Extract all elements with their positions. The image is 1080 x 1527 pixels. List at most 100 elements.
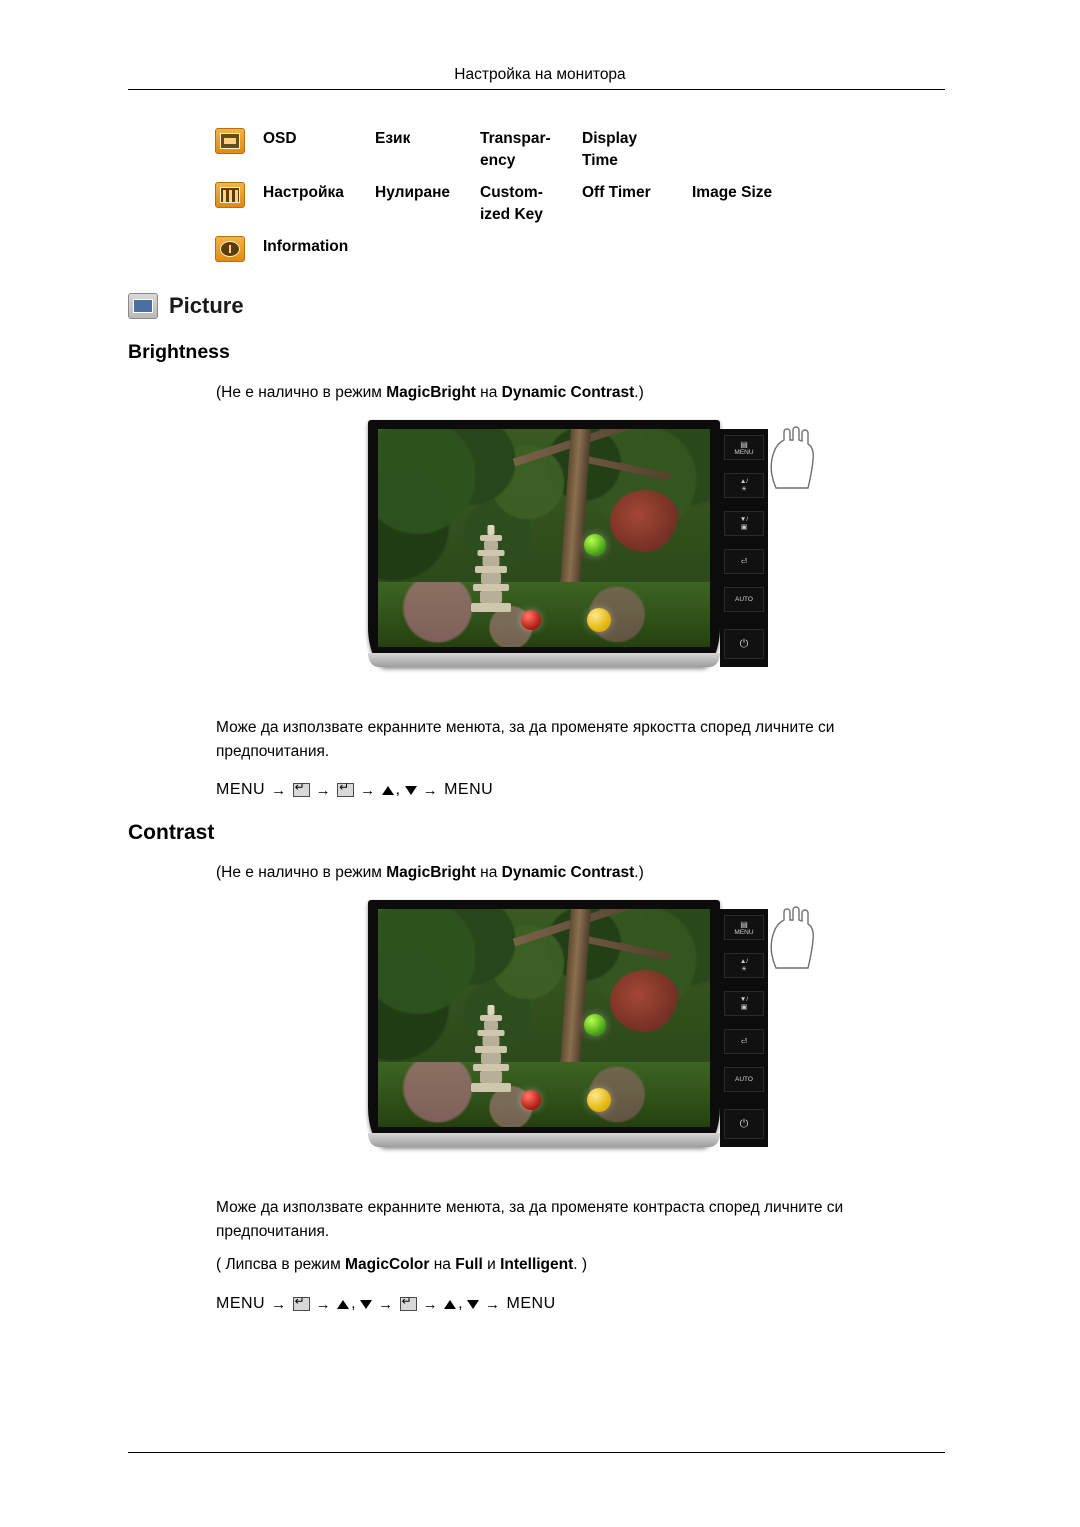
contrast-heading: Contrast: [128, 821, 215, 844]
menu-path-arrow-1b: →: [271, 781, 287, 799]
menu-path-end-contrast: MENU: [506, 1295, 556, 1312]
menu-cell-setup[interactable]: Настройка: [263, 182, 375, 204]
brightness-note-bold2: Dynamic Contrast: [501, 384, 635, 401]
brightness-availability-note: (Не е налично в режим MagicBright на Dyn…: [216, 384, 644, 402]
page-header-title: Настройка на монитора: [454, 66, 626, 83]
osd-icon: [215, 128, 245, 154]
magiccolor-note-bold1: MagicColor: [345, 1256, 430, 1273]
menu-cell-off-timer[interactable]: Off Timer: [582, 182, 692, 204]
contrast-magiccolor-note: ( Липсва в режим MagicColor на Full и In…: [216, 1256, 587, 1274]
lantern-red-2: [520, 1089, 541, 1110]
monitor-button-auto-2[interactable]: AUTO: [724, 1067, 764, 1092]
monitor-button-enter[interactable]: ⏎: [724, 549, 764, 574]
menu-row-osd: OSD Език Transpar- ency Display Time: [215, 128, 955, 173]
menu-path-comma-c2: ,: [458, 1295, 464, 1312]
information-icon: [215, 235, 245, 262]
magiccolor-note-mid2: и: [482, 1256, 501, 1273]
menu-row-information: Information: [215, 235, 955, 262]
picture-icon: [128, 293, 158, 319]
menu-path-arrow-4b: →: [422, 781, 439, 799]
pagoda-shape-2: [468, 1005, 514, 1093]
monitor-screen-image: [378, 429, 710, 647]
osd-menu-grid: OSD Език Transpar- ency Display Time Нас…: [215, 128, 955, 271]
brightness-note-suffix: .): [634, 384, 644, 401]
menu-path-start-contrast: MENU: [216, 1295, 266, 1312]
up-arrow-icon-c2: [444, 1299, 457, 1309]
menu-path-comma-c1: ,: [351, 1295, 357, 1312]
menu-cell-display-time-line1: Display: [582, 130, 638, 147]
monitor-screen-image-2: [378, 909, 710, 1127]
hand-pointer-icon: [766, 426, 818, 492]
menu-path-arrow-3b: →: [360, 781, 376, 799]
menu-cell-display-time-line2: Time: [582, 152, 618, 170]
monitor-button-down-2[interactable]: ▼/▣: [724, 991, 764, 1016]
menu-cell-transparency-line1: Transpar-: [480, 130, 551, 147]
menu-cell-transparency[interactable]: Transpar- ency: [480, 128, 582, 173]
menu-cell-customized-key[interactable]: Custom- ized Key: [480, 182, 582, 227]
brightness-description: Може да използвате екранните менюта, за …: [216, 719, 835, 761]
brightness-heading: Brightness: [128, 341, 230, 363]
monitor-button-up[interactable]: ▲/☀: [724, 473, 764, 498]
footer-divider: [128, 1452, 945, 1453]
contrast-note-bold1: MagicBright: [386, 864, 476, 881]
monitor-control-panel: ▤ MENU ▲/☀ ▼/▣ ⏎ AUTO ⏻: [720, 429, 768, 667]
down-arrow-icon-b: [404, 785, 417, 795]
setup-icon: [215, 181, 245, 208]
monitor-button-power[interactable]: ⏻: [724, 629, 764, 659]
menu-cell-customized-key-line1: Custom-: [480, 183, 543, 201]
menu-path-arrow-2c: →: [315, 1295, 332, 1313]
menu-path-arrow-3c: →: [378, 1295, 394, 1313]
menu-cell-image-size[interactable]: Image Size: [692, 182, 852, 204]
menu-cell-transparency-line2: ency: [480, 152, 516, 170]
monitor-button-menu[interactable]: ▤ MENU: [724, 435, 764, 460]
monitor-button-auto[interactable]: AUTO: [724, 587, 764, 612]
menu-cell-reset[interactable]: Нулиране: [375, 182, 480, 204]
menu-cell-osd[interactable]: OSD: [263, 128, 375, 150]
brightness-note-mid: на: [475, 384, 502, 401]
menu-path-start-brightness: MENU: [216, 781, 266, 798]
picture-section-header: Picture: [128, 293, 244, 319]
lantern-red: [520, 609, 541, 630]
monitor-body: [368, 420, 720, 667]
menu-path-comma-b: ,: [395, 781, 401, 798]
down-arrow-icon-c2: [467, 1299, 480, 1309]
menu-path-arrow-4c: →: [422, 1295, 439, 1313]
monitor-illustration-contrast: ▤ MENU ▲/☀ ▼/▣ ⏎ AUTO ⏻: [368, 900, 823, 1150]
magiccolor-note-prefix: ( Липсва в режим: [216, 1256, 346, 1273]
menu-path-end-brightness: MENU: [444, 781, 494, 798]
document-page: Настройка на монитора OSD Език Transpar-…: [0, 0, 1080, 1527]
contrast-description: Може да използвате екранните менюта, за …: [216, 1199, 844, 1241]
monitor-button-menu-2[interactable]: ▤ MENU: [724, 915, 764, 940]
menu-cell-language[interactable]: Език: [375, 128, 480, 150]
monitor-button-up-2[interactable]: ▲/☀: [724, 953, 764, 978]
monitor-stand-2: [368, 1133, 720, 1147]
contrast-availability-note: (Не е налично в режим MagicBright на Dyn…: [216, 864, 644, 882]
menu-cell-display-time[interactable]: Display Time: [582, 128, 692, 173]
enter-key-icon-1c: [292, 1294, 310, 1311]
magiccolor-note-bold2: Full: [455, 1256, 483, 1273]
enter-key-icon-2c: [399, 1294, 417, 1311]
contrast-note-prefix: (Не е налично в режим: [216, 864, 387, 881]
monitor-body-2: [368, 900, 720, 1147]
menu-cell-customized-key-line2: ized Key: [480, 206, 543, 224]
contrast-note-bold2: Dynamic Contrast: [501, 864, 635, 881]
contrast-note-mid: на: [475, 864, 502, 881]
up-arrow-icon-b: [381, 785, 394, 795]
lantern-green: [583, 533, 606, 556]
menu-path-arrow-2b: →: [315, 781, 332, 799]
monitor-control-panel-2: ▤ MENU ▲/☀ ▼/▣ ⏎ AUTO ⏻: [720, 909, 768, 1147]
menu-cell-information[interactable]: Information: [263, 236, 375, 258]
lantern-yellow: [587, 607, 612, 632]
menu-row-setup: Настройка Нулиране Custom- ized Key Off …: [215, 181, 955, 227]
magiccolor-note-mid: на: [429, 1256, 456, 1273]
lantern-green-2: [583, 1013, 606, 1036]
enter-key-icon-1b: [292, 780, 310, 797]
brightness-menu-path: MENU → → → , → MENU: [216, 780, 494, 799]
contrast-menu-path: MENU → → , → → , → MENU: [216, 1294, 556, 1313]
monitor-button-enter-2[interactable]: ⏎: [724, 1029, 764, 1054]
down-arrow-icon-c1: [360, 1299, 373, 1309]
monitor-button-power-2[interactable]: ⏻: [724, 1109, 764, 1139]
menu-path-arrow-1c: →: [271, 1295, 287, 1313]
monitor-button-down[interactable]: ▼/▣: [724, 511, 764, 536]
picture-section-label: Picture: [169, 293, 244, 318]
